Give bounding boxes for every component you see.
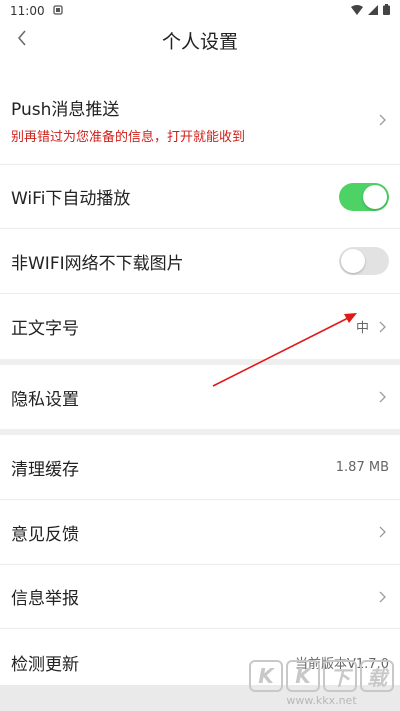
setting-row-no-image: 非WIFI网络不下载图片 [0,229,400,294]
chevron-left-icon [17,30,27,50]
page-title: 个人设置 [161,30,238,53]
watermark-logo: K K 下 载 [249,660,394,692]
font-size-label: 正文字号 [11,319,79,339]
cache-size-value: 1.87 MB [335,459,389,475]
nav-bar: 个人设置 [0,22,400,58]
chevron-right-icon [379,320,389,334]
font-size-value: 中 [355,321,369,336]
setting-row-font-size[interactable]: 正文字号 中 [0,294,400,359]
update-label: 检测更新 [11,654,79,675]
wifi-autoplay-toggle[interactable] [339,182,389,211]
no-image-toggle[interactable] [339,247,389,275]
header-spacer [0,58,400,76]
battery-icon [383,4,390,18]
setting-row-report[interactable]: 信息举报 [0,565,400,629]
signal-icon [368,4,378,18]
chevron-right-icon [379,113,389,127]
no-image-label: 非WIFI网络不下载图片 [11,253,184,274]
setting-row-wifi-autoplay: WiFi下自动播放 [0,165,400,229]
wifi-autoplay-label: WiFi下自动播放 [11,189,131,209]
notification-icon [52,4,63,18]
chevron-right-icon [379,390,389,404]
setting-row-privacy[interactable]: 隐私设置 [0,365,400,429]
setting-row-cache[interactable]: 清理缓存 1.87 MB [0,435,400,500]
setting-row-feedback[interactable]: 意见反馈 [0,500,400,565]
status-time: 11:00 [10,4,45,18]
back-button[interactable] [10,28,34,52]
cache-label: 清理缓存 [11,459,79,480]
chevron-right-icon [379,525,389,539]
wifi-icon [351,4,363,18]
privacy-label: 隐私设置 [11,389,79,410]
feedback-label: 意见反馈 [11,524,79,545]
toggle-knob [341,249,365,273]
chevron-right-icon [379,590,389,604]
setting-row-push[interactable]: Push消息推送 别再错过为您准备的信息，打开就能收到 [0,76,400,165]
report-label: 信息举报 [11,589,79,609]
push-label: Push消息推送 [11,100,120,120]
toggle-knob [363,184,387,209]
status-bar: 11:00 [0,0,400,22]
push-subtitle: 别再错过为您准备的信息，打开就能收到 [11,130,246,145]
watermark-url: www.kkx.net [286,694,357,707]
watermark: K K 下 载 www.kkx.net [249,660,394,707]
